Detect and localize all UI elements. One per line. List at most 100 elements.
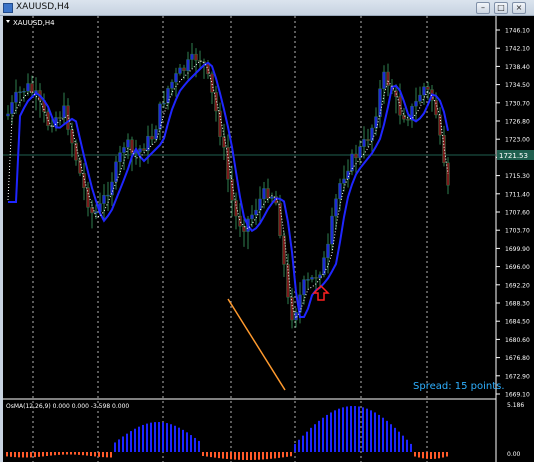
osma-bar: [242, 452, 244, 460]
osma-bar: [202, 452, 204, 456]
candle-body: [266, 188, 270, 199]
osma-bar: [54, 452, 56, 456]
candle-body: [342, 178, 346, 184]
osma-bar: [150, 422, 152, 452]
osma-bar: [234, 452, 236, 460]
candle-body: [178, 67, 182, 74]
price-tick-label: 1711.40: [505, 191, 530, 198]
candle-body: [122, 147, 126, 153]
price-tick-label: 1676.80: [505, 355, 530, 362]
osma-bar: [186, 432, 188, 452]
candle-body: [70, 129, 74, 144]
osma-bar: [30, 452, 32, 458]
osma-bar: [158, 422, 160, 452]
osma-bar: [98, 452, 100, 457]
candle-body: [30, 83, 34, 94]
price-tick-label: 1707.60: [505, 210, 530, 217]
candle-body: [150, 135, 154, 140]
candle-body: [22, 91, 26, 93]
trendline[interactable]: [227, 298, 286, 391]
price-tick-label: 1703.70: [505, 228, 530, 235]
osma-bar: [262, 452, 264, 460]
price-tick-label: 1734.50: [505, 82, 530, 89]
osma-bar: [82, 452, 84, 456]
osma-bar: [350, 406, 352, 452]
osma-bar: [306, 431, 308, 452]
candle-body: [162, 102, 166, 105]
restore-button[interactable]: □: [494, 2, 508, 14]
osma-bar: [34, 452, 36, 458]
osma-bar: [394, 427, 396, 452]
osma-bar: [86, 452, 88, 456]
candle-body: [94, 211, 98, 214]
osma-bar: [6, 452, 8, 457]
candle-body: [426, 86, 430, 90]
candlestick-series: [6, 43, 450, 329]
osma-bar: [318, 420, 320, 452]
osma-bar: [382, 417, 384, 452]
osma-bar: [254, 452, 256, 460]
osma-bar: [230, 452, 232, 460]
osma-bar: [174, 425, 176, 452]
candle-body: [346, 170, 350, 180]
candle-body: [190, 53, 194, 60]
price-tick-label: 1672.90: [505, 373, 530, 380]
osma-bar: [294, 443, 296, 452]
price-scale: 1746.10 1742.10 1738.40 1734.50 1730.70 1726.…: [496, 28, 530, 399]
osma-bar: [198, 440, 200, 452]
candle-body: [294, 312, 298, 321]
price-chart[interactable]: 1746.10 1742.10 1738.40 1734.50 1730.70 1726.…: [3, 16, 534, 462]
candle-body: [186, 59, 190, 71]
price-tick-label: 1684.50: [505, 319, 530, 326]
osma-bar: [270, 452, 272, 459]
osma-bar: [386, 420, 388, 452]
candle-body: [270, 196, 274, 199]
price-tick-label: 1726.80: [505, 119, 530, 126]
candle-body: [306, 279, 310, 281]
candle-body: [334, 198, 338, 217]
osma-bar: [70, 452, 72, 455]
osma-bar: [134, 428, 136, 452]
osma-bar: [142, 424, 144, 452]
osma-bar: [102, 452, 104, 458]
title-bar[interactable]: XAUUSD,H4 – □ ×: [0, 0, 534, 16]
osma-bar: [378, 414, 380, 452]
osma-bar: [218, 452, 220, 459]
candle-body: [174, 73, 178, 83]
candle-body: [310, 277, 314, 280]
chart-canvas[interactable]: 1746.10 1742.10 1738.40 1734.50 1730.70 1726.…: [3, 16, 534, 462]
osma-bar: [14, 452, 16, 458]
candle-body: [74, 142, 78, 161]
indicator-label: OsMA(12,26,9) 0.000 0.000 -3.598 0.000: [6, 403, 129, 410]
candle-body: [262, 188, 266, 200]
minimize-button[interactable]: –: [476, 2, 490, 14]
osma-bar: [226, 452, 228, 459]
window-title: XAUUSD,H4: [16, 2, 70, 12]
osma-bar: [162, 422, 164, 452]
osma-bar: [282, 452, 284, 458]
price-tick-label: 1738.40: [505, 64, 530, 71]
candle-body: [106, 194, 110, 197]
chart-window: XAUUSD,H4 – □ × 1746.10 1742.10 1738.40 173…: [0, 0, 534, 462]
osma-bar: [334, 410, 336, 452]
osma-bar: [314, 424, 316, 452]
current-price-label: 1721.53: [499, 152, 528, 160]
candle-body: [142, 148, 146, 151]
osma-bar: [206, 452, 208, 457]
osma-bar: [10, 452, 12, 457]
close-button[interactable]: ×: [512, 2, 526, 14]
candle-body: [218, 110, 222, 137]
candle-body: [18, 91, 22, 93]
osma-bar: [446, 452, 448, 457]
osma-bar: [90, 452, 92, 457]
candle-body: [154, 129, 158, 140]
indicator-bottom-value: 0.00: [507, 451, 521, 458]
candle-body: [170, 81, 174, 89]
candle-body: [194, 53, 198, 61]
symbol-dropdown-icon[interactable]: [6, 20, 10, 23]
candle-body: [114, 161, 118, 183]
candle-body: [222, 136, 226, 148]
osma-bar: [110, 452, 112, 458]
spread-text: Spread: 15 points.: [413, 381, 505, 392]
osma-bar: [106, 452, 108, 458]
